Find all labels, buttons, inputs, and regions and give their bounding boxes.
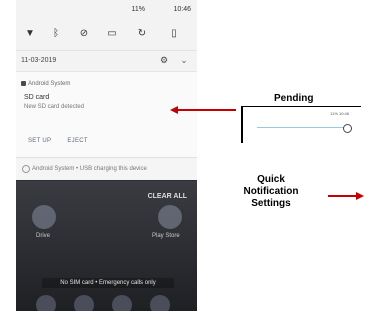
usb-message: Android System • USB charging this devic… [32,166,147,172]
quick-arrow-line [328,195,356,197]
quick-notification-settings-label: Quick Notification Settings [243,174,299,209]
drive-icon[interactable] [32,205,56,229]
do-not-disturb-icon[interactable]: ⊘ [78,28,90,40]
play-store-label: Play Store [152,233,180,239]
system-icon [22,165,30,173]
pending-arrow-line [178,109,236,111]
pending-arrow-head [170,106,178,114]
date-row: 11-03-2019 ⚙ ⌄ [16,50,197,71]
notification-actions: SET UP EJECT [28,138,102,144]
usb-charging-notification[interactable]: Android System • USB charging this devic… [16,158,197,180]
clear-all-button[interactable]: CLEAR ALL [148,193,187,200]
phone-screenshot: 11% 10:46 ▼ ᛒ ⊘ ▭ ↻ ▯ 11-03-2019 ⚙ ⌄ And… [16,0,197,311]
inset-knob [343,124,352,133]
status-time: 10:46 [173,6,191,13]
status-bar: 11% 10:46 [16,0,197,22]
quick-arrow-head [356,192,364,200]
pending-inset: 11% 10:46 [241,106,361,143]
play-store-icon[interactable] [158,205,182,229]
messages-icon[interactable] [74,295,94,311]
chrome-icon[interactable] [112,295,132,311]
pending-label: Pending [274,93,314,104]
inset-status: 11% 10:46 [330,111,349,116]
toast-message: No SIM card • Emergency calls only [42,278,174,288]
sd-card-notification[interactable]: Android System SD card New SD card detec… [16,71,197,158]
notification-app: Android System [28,81,71,87]
battery-saver-icon[interactable]: ▯ [168,28,180,40]
notification-title: SD card [24,94,50,101]
date-text: 11-03-2019 [21,57,57,64]
gear-icon[interactable]: ⚙ [159,55,169,65]
camera-icon[interactable] [150,295,170,311]
quick-settings-row: ▼ ᛒ ⊘ ▭ ↻ ▯ [16,22,197,50]
battery-level: 11% [131,6,146,13]
chevron-down-icon[interactable]: ⌄ [179,55,189,65]
notification-message: New SD card detected [24,104,85,110]
bluetooth-icon[interactable]: ᛒ [50,28,62,40]
setup-button[interactable]: SET UP [28,138,51,144]
phone-icon[interactable] [36,295,56,311]
flashlight-icon[interactable]: ▭ [106,28,118,40]
drive-label: Drive [36,233,51,239]
android-system-icon [21,81,26,86]
rotate-icon[interactable]: ↻ [136,28,148,40]
wifi-icon[interactable]: ▼ [24,28,36,40]
home-screen: CLEAR ALL Drive Play Store No SIM card •… [16,181,197,311]
inset-line [257,127,345,128]
eject-button[interactable]: EJECT [67,138,88,144]
